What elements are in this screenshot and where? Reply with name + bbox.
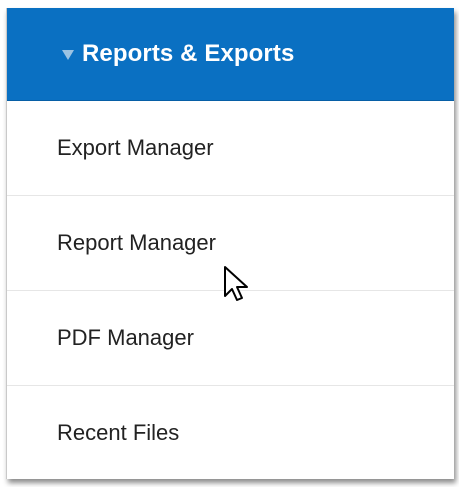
menu-item-pdf-manager[interactable]: PDF Manager [7,291,454,386]
menu-item-label: PDF Manager [57,325,194,350]
menu-header-reports-exports[interactable]: Reports & Exports [7,8,454,101]
menu-item-export-manager[interactable]: Export Manager [7,101,454,196]
menu-item-recent-files[interactable]: Recent Files [7,386,454,479]
triangle-down-icon [62,50,74,60]
menu-item-report-manager[interactable]: Report Manager [7,196,454,291]
menu-item-label: Recent Files [57,420,180,445]
menu-item-label: Export Manager [57,135,214,160]
menu-header-title: Reports & Exports [82,40,295,67]
cropped-top-text [0,0,459,8]
menu-item-label: Report Manager [57,230,216,255]
reports-exports-menu: Reports & Exports Export Manager Report … [6,8,454,479]
